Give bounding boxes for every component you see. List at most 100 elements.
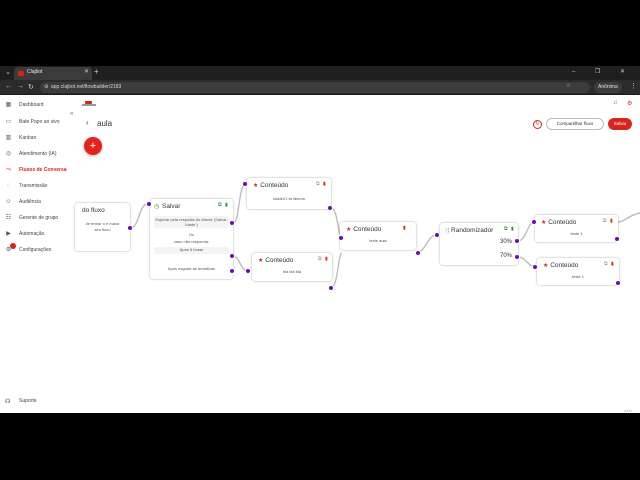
delete-icon[interactable]: ▮ [511,226,514,232]
back-arrow-icon[interactable]: ‹ [86,118,89,127]
copy-icon[interactable]: ⧉ [504,226,508,232]
output-port[interactable] [229,220,235,226]
sidebar-item-broadcast[interactable]: ◌ Transmissão [5,181,80,191]
site-info-icon[interactable]: ⚙ [44,84,48,90]
node-text: Ou [188,232,195,237]
input-port[interactable] [146,201,152,207]
input-port[interactable] [245,268,251,274]
collapse-sidebar-icon[interactable]: « [70,111,73,117]
tab-close-icon[interactable]: ✕ [84,68,89,75]
star-icon: ★ [258,258,264,264]
start-node[interactable]: do fluxo de entrar o e maior seu fluxo [75,203,130,251]
output-port[interactable] [127,225,133,231]
output-port[interactable] [328,285,334,291]
notification-badge [10,243,16,249]
delete-icon[interactable]: ▮ [225,202,228,208]
input-port[interactable] [338,235,344,241]
node-text: Após esgotar as tentativas [167,266,216,271]
headset-icon: ☊ [5,399,11,405]
output-port[interactable] [614,236,620,242]
node-title: Randomizador [451,227,494,234]
sidebar-item-label: Transmissão [19,183,48,189]
sidebar-item-label: Kanban [19,135,37,141]
save-button[interactable]: Salvar [608,118,632,130]
screen-bottom [0,413,640,480]
node-title: Conteúdo [265,257,294,264]
refresh-flow-button[interactable]: ↻ [533,120,542,129]
edge [232,183,247,224]
sidebar-item-audience[interactable]: ☺ Audiência [5,197,80,207]
forward-icon[interactable]: → [17,83,24,90]
delete-icon[interactable]: ▮ [323,181,326,187]
input-port[interactable] [531,219,537,225]
share-flow-button[interactable]: Compartilhar fluxo [546,118,604,130]
sidebar-item-label: Gerente de grupo [19,215,59,221]
sidebar-item-flows[interactable]: ⤳ Fluxos de Conversa [5,165,80,175]
delete-icon[interactable]: ▮ [403,225,406,231]
sidebar-item-ai-service[interactable]: ◎ Atendimento (IA) [5,149,80,159]
node-text: teste 1 [571,274,584,279]
copy-icon[interactable]: ⧉ [604,261,608,267]
copy-icon[interactable]: ⧉ [316,181,320,187]
output-port[interactable] [327,205,333,211]
content-node[interactable]: ★ Conteúdo ⧉ ▮ Idade21 tá liberdo [247,178,331,209]
output-port[interactable] [229,253,235,259]
input-port[interactable] [532,264,538,270]
incognito-profile[interactable]: Anônima [594,82,622,93]
content-node[interactable]: ★ Conteúdo ⧉ ▮ teste 1 [535,215,618,242]
sidebar-item-label: Automação [19,231,45,237]
sidebar: ▦ Dashboard ▭ Bate Papo ao vivo ▥ Kanban… [0,95,80,413]
delete-icon[interactable]: ▮ [325,256,328,262]
sidebar-item-label: Atendimento (IA) [19,151,57,157]
node-text: Esperar pela resposta do cliente (Salvar… [154,216,229,228]
grid-icon: ▦ [5,102,12,108]
output-port[interactable] [615,280,621,286]
robot-icon: ◎ [5,151,12,157]
bell-icon[interactable]: ♫ [613,100,618,106]
sidebar-item-automation[interactable]: ▶ Automação [5,229,80,239]
input-port[interactable] [242,181,248,187]
sidebar-item-kanban[interactable]: ▥ Kanban [5,133,80,143]
flow-canvas[interactable]: do fluxo de entrar o e maior seu fluxo ◷… [75,175,640,388]
delete-icon[interactable]: ▮ [610,218,613,224]
browser-tab[interactable]: Clajbot ✕ [14,67,92,80]
add-node-button[interactable]: + [84,137,102,155]
new-tab-button[interactable]: + [94,67,99,76]
copy-icon[interactable]: ⧉ [218,202,222,208]
browser-menu-icon[interactable]: ⋮ [630,82,637,90]
copy-icon[interactable]: ⧉ [318,256,322,262]
node-title: Conteúdo [353,226,382,233]
sidebar-item-group-manager[interactable]: ☷ Gerente de grupo [5,213,80,223]
copy-icon[interactable]: ⧉ [603,218,607,224]
chat-icon: ▭ [5,119,12,125]
edge [617,212,640,223]
randomizer-node[interactable]: ⤨ Randomizador ⧉ ▮ 30% 70% [440,223,518,265]
address-bar[interactable]: ⚙ app.clajbot.net/flowbuilder/2183 [40,82,590,93]
sliders-icon[interactable]: ⚙ [627,100,632,107]
node-text: teste aula [369,238,387,243]
back-icon[interactable]: ← [5,83,12,90]
input-port[interactable] [434,232,440,238]
output-port[interactable] [514,254,520,260]
delete-icon[interactable]: ▮ [611,261,614,267]
output-port[interactable] [514,238,520,244]
window-controls[interactable]: – ❐ ✕ [572,68,634,75]
tab-search-icon[interactable]: ⌄ [3,68,13,78]
bookmark-star-icon[interactable]: ☆ [566,83,570,89]
output-port[interactable] [229,268,235,274]
content-node[interactable]: ★ Conteúdo ⧉ ▮ teste 1 [537,258,619,285]
content-node[interactable]: ★ Conteúdo ⧉ ▮ blá blá blá [252,253,332,281]
url-text: app.clajbot.net/flowbuilder/2183 [51,84,122,90]
sidebar-item-dashboard[interactable]: ▦ Dashboard [5,100,80,110]
edge [330,252,343,289]
save-node[interactable]: ◷ Salvar ⧉ ▮ Esperar pela resposta do cl… [150,199,233,279]
sidebar-item-settings[interactable]: ⚙ Configurações [5,245,80,255]
node-text: caso não responda: [173,239,210,244]
flow-title: aula [97,119,113,128]
sidebar-item-live-chat[interactable]: ▭ Bate Papo ao vivo [5,117,80,127]
sidebar-item-label: Audiência [19,199,41,205]
content-node[interactable]: ★ Conteúdo ▮ teste aula [340,222,416,250]
reload-icon[interactable]: ↻ [28,83,34,91]
percent-label: 30% [500,239,513,245]
output-port[interactable] [415,250,421,256]
